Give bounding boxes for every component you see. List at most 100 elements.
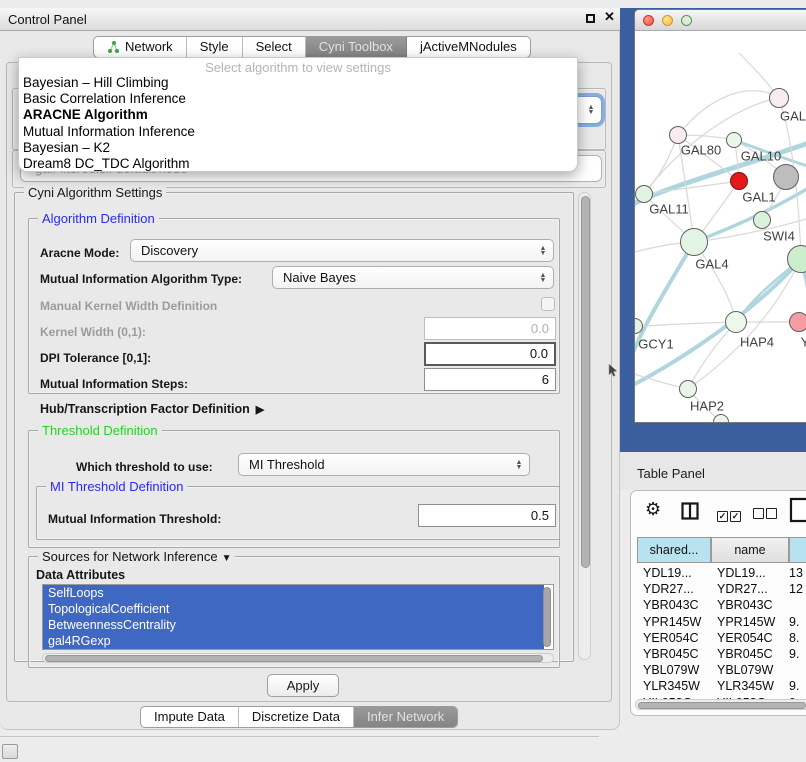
attribute-list-item[interactable]: BetweennessCentrality bbox=[43, 617, 544, 633]
manual-kernel-checkbox[interactable] bbox=[541, 297, 555, 311]
table-row[interactable]: YBR043CYBR043C bbox=[631, 597, 806, 613]
column-header-3[interactable]: A bbox=[789, 537, 806, 563]
tab-select[interactable]: Select bbox=[243, 37, 306, 57]
settings-vertical-scrollbar[interactable] bbox=[578, 192, 591, 660]
table-cell: YER054C bbox=[643, 630, 699, 646]
network-canvas[interactable]: GALGAL80GAL10GAL1GAL11SWI4GAL4GCY1HAP4YH… bbox=[635, 31, 806, 423]
mouse-cursor bbox=[608, 364, 618, 378]
table-row[interactable]: YDL19...YDL19...13 bbox=[631, 565, 806, 581]
table-row[interactable]: YBL079WYBL079W bbox=[631, 662, 806, 678]
kernel-width-input[interactable]: 0.0 bbox=[424, 317, 556, 340]
close-traffic-light-icon[interactable] bbox=[643, 15, 654, 26]
table-cell: 9. bbox=[789, 646, 799, 662]
network-node-hap4[interactable] bbox=[725, 311, 747, 333]
aracne-mode-combo[interactable]: Discovery ▲▼ bbox=[130, 239, 554, 262]
table-cell: YDL19... bbox=[717, 565, 766, 581]
bottom-divider bbox=[0, 736, 599, 737]
which-threshold-combo[interactable]: MI Threshold ▲▼ bbox=[238, 453, 530, 476]
split-columns-icon[interactable] bbox=[681, 502, 699, 520]
network-node-gal4[interactable] bbox=[680, 228, 708, 256]
tab-impute-data[interactable]: Impute Data bbox=[141, 707, 239, 727]
minimize-traffic-light-icon[interactable] bbox=[662, 15, 673, 26]
table-row[interactable]: YPR145WYPR145W9. bbox=[631, 614, 806, 630]
table-row[interactable]: YLR345WYLR345W9. bbox=[631, 678, 806, 694]
dropdown-item[interactable]: Bayesian – Hill Climbing bbox=[19, 75, 577, 91]
dropdown-item[interactable]: Dream8 DC_TDC Algorithm bbox=[19, 156, 577, 172]
scrollbar-thumb[interactable] bbox=[638, 702, 806, 709]
scrollbar-thumb[interactable] bbox=[45, 655, 543, 662]
attribute-list-item[interactable]: gal4RGexp bbox=[43, 633, 544, 649]
table-cell: YBL079W bbox=[717, 662, 773, 678]
table-row[interactable]: YBR045CYBR045C9. bbox=[631, 646, 806, 662]
network-node-y[interactable] bbox=[789, 312, 806, 332]
tab-infer-network[interactable]: Infer Network bbox=[354, 707, 457, 727]
tab-cyni-toolbox[interactable]: Cyni Toolbox bbox=[306, 37, 407, 57]
table-cell: YDL19... bbox=[643, 565, 692, 581]
sources-group-title[interactable]: Sources for Network Inference▼ bbox=[38, 549, 235, 564]
list-horizontal-scrollbar[interactable] bbox=[42, 653, 554, 663]
aracne-mode-label: Aracne Mode: bbox=[40, 246, 119, 260]
dropdown-item[interactable]: Basic Correlation Inference bbox=[19, 91, 577, 107]
dpi-tolerance-label: DPI Tolerance [0,1]: bbox=[40, 351, 151, 365]
data-attributes-list[interactable]: SelfLoopsTopologicalCoefficientBetweenne… bbox=[42, 584, 554, 650]
attribute-list-item[interactable]: SelfLoops bbox=[43, 585, 544, 601]
network-node-gal11[interactable] bbox=[635, 185, 653, 203]
table-row[interactable]: YDR27...YDR27...12 bbox=[631, 581, 806, 597]
table-cell: 9. bbox=[789, 678, 799, 694]
dock-panel-button[interactable] bbox=[2, 744, 18, 759]
mi-type-combo[interactable]: Naive Bayes ▲▼ bbox=[272, 266, 554, 289]
scrollbar-thumb[interactable] bbox=[581, 196, 590, 568]
table-cell: YPR145W bbox=[717, 614, 775, 630]
table-cell: YBR043C bbox=[717, 597, 773, 613]
control-panel-title: Control Panel bbox=[8, 12, 87, 27]
combo-stepper-icon: ▲▼ bbox=[536, 273, 550, 283]
dropdown-item[interactable]: Bayesian – K2 bbox=[19, 140, 577, 156]
dropdown-item[interactable]: ARACNE Algorithm bbox=[19, 107, 577, 123]
which-threshold-label: Which threshold to use: bbox=[76, 460, 213, 474]
float-window-icon[interactable] bbox=[586, 14, 595, 23]
mi-steps-input[interactable]: 6 bbox=[424, 368, 556, 391]
deselect-all-checkboxes-icon[interactable] bbox=[753, 507, 777, 522]
screen: Control Panel ✕ NetworkStyleSelectCyni T… bbox=[0, 0, 806, 762]
dropdown-placeholder: Select algorithm to view settings bbox=[19, 58, 577, 75]
network-node-label: SWI4 bbox=[763, 229, 795, 244]
chevron-right-icon: ▶ bbox=[256, 404, 264, 416]
tab-jactivemnodules[interactable]: jActiveMNodules bbox=[407, 37, 530, 57]
document-icon[interactable] bbox=[789, 497, 806, 523]
network-node[interactable] bbox=[773, 164, 799, 190]
table-panel-window: ⚙ ✓✓ shared...nameA YDL19...YDL19...13YD… bbox=[630, 490, 806, 716]
close-icon[interactable]: ✕ bbox=[604, 9, 615, 25]
zoom-traffic-light-icon[interactable] bbox=[681, 15, 692, 26]
control-panel-titlebar[interactable] bbox=[0, 8, 620, 31]
apply-button[interactable]: Apply bbox=[267, 674, 339, 697]
network-node-label: GAL80 bbox=[681, 143, 721, 158]
hub-definition-toggle[interactable]: Hub/Transcription Factor Definition▶ bbox=[40, 402, 264, 416]
column-header-1[interactable]: shared... bbox=[637, 537, 711, 563]
network-node-hap2[interactable] bbox=[679, 380, 697, 398]
tab-style[interactable]: Style bbox=[187, 37, 243, 57]
table-row[interactable]: YER054CYER054C8. bbox=[631, 630, 806, 646]
network-node-gal10[interactable] bbox=[726, 132, 742, 148]
network-node-gal1[interactable] bbox=[730, 172, 748, 190]
attribute-list-item[interactable]: TopologicalCoefficient bbox=[43, 601, 544, 617]
list-vertical-scrollbar[interactable] bbox=[543, 587, 551, 647]
mi-threshold-input[interactable]: 0.5 bbox=[418, 504, 556, 527]
network-node[interactable] bbox=[713, 414, 729, 423]
dropdown-item[interactable]: Mutual Information Inference bbox=[19, 124, 577, 140]
tab-network[interactable]: Network bbox=[94, 37, 187, 57]
tab-discretize-data[interactable]: Discretize Data bbox=[239, 707, 354, 727]
network-node-swi4[interactable] bbox=[753, 211, 771, 229]
mi-threshold-label: Mutual Information Threshold: bbox=[48, 512, 221, 526]
network-node-label: GAL bbox=[780, 109, 806, 124]
network-view-window[interactable]: GALGAL80GAL10GAL1GAL11SWI4GAL4GCY1HAP4YH… bbox=[634, 9, 806, 423]
table-cell: YBR045C bbox=[643, 646, 699, 662]
network-window-titlebar[interactable] bbox=[635, 10, 806, 31]
dpi-tolerance-input[interactable]: 0.0 bbox=[424, 342, 556, 366]
column-header-2[interactable]: name bbox=[711, 537, 789, 563]
table-horizontal-scrollbar[interactable] bbox=[635, 699, 806, 710]
network-node-gal[interactable] bbox=[769, 88, 789, 108]
network-node-label: GAL1 bbox=[742, 190, 775, 205]
gear-icon[interactable]: ⚙ bbox=[645, 499, 661, 520]
network-node-gal80[interactable] bbox=[669, 126, 687, 144]
select-all-checkboxes-icon[interactable]: ✓✓ bbox=[717, 507, 741, 522]
